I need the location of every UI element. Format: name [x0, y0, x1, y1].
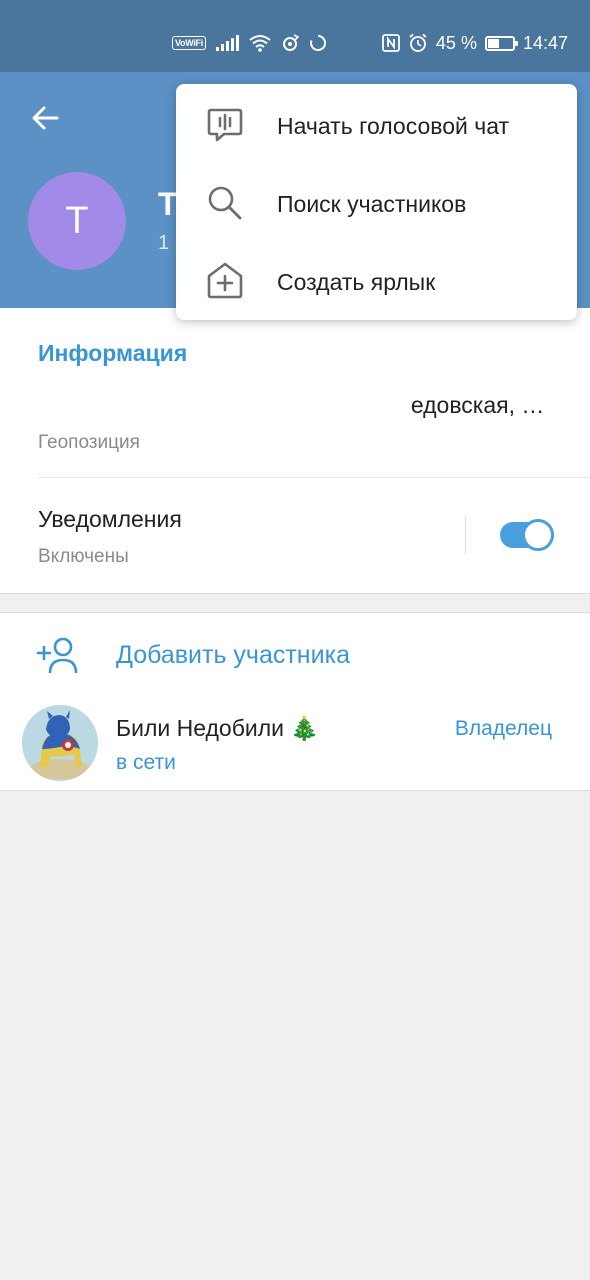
member-status: в сети — [116, 751, 176, 774]
info-section-title: Информация — [38, 340, 188, 366]
location-sync-icon — [282, 34, 299, 51]
arrow-left-icon — [32, 106, 59, 130]
back-button[interactable] — [26, 98, 66, 138]
menu-item-label: Начать голосовой чат — [277, 113, 510, 139]
battery-level-fill — [487, 38, 499, 48]
notifications-status: Включены — [38, 546, 129, 567]
status-icons-right: 45 % 14:47 — [382, 30, 568, 56]
chat-title: T — [158, 186, 178, 222]
member-avatar[interactable] — [22, 705, 98, 781]
battery-icon — [484, 35, 518, 51]
menu-item-label: Создать ярлык — [277, 269, 436, 295]
geo-location-label: Геопозиция — [38, 432, 140, 453]
notifications-toggle[interactable] — [500, 519, 554, 551]
chat-avatar[interactable]: T — [28, 172, 126, 270]
menu-item-label: Поиск участников — [277, 191, 467, 217]
clock: 14:47 — [522, 32, 568, 53]
voice-chat-icon — [207, 108, 243, 142]
alarm-icon — [409, 33, 427, 52]
search-icon — [208, 186, 242, 220]
menu-item-create-shortcut[interactable]: Создать ярлык — [176, 242, 577, 320]
add-member-button[interactable]: Добавить участника — [116, 641, 350, 670]
menu-item-start-voice-chat[interactable]: Начать голосовой чат — [176, 86, 577, 164]
members-section: Добавить участника Били Недобили 🎄 в сет… — [0, 612, 590, 791]
divider — [38, 477, 590, 478]
status-bar: VoWiFi 45 % 14:47 — [0, 0, 590, 72]
vowifi-icon: VoWiFi — [172, 36, 206, 50]
member-name[interactable]: Били Недобили 🎄 — [116, 715, 319, 742]
overflow-menu: Начать голосовой чат Поиск участников Со… — [176, 84, 577, 320]
wifi-icon — [249, 35, 271, 52]
add-shortcut-icon — [207, 262, 243, 299]
battery-percent: 45 % — [435, 32, 477, 53]
dog-avatar-image — [22, 705, 98, 781]
vertical-divider — [465, 516, 466, 554]
signal-icon — [215, 35, 239, 51]
geo-location-text: едовская, Центральный... — [410, 392, 553, 418]
chat-member-count: 1 — [158, 232, 170, 254]
avatar-letter: T — [65, 199, 89, 242]
loading-circle-icon — [310, 34, 326, 51]
menu-item-search-members[interactable]: Поиск участников — [176, 164, 577, 242]
add-member-icon[interactable] — [36, 635, 78, 675]
toggle-knob — [522, 519, 554, 551]
member-role-badge: Владелец — [454, 717, 552, 740]
status-icons-left: VoWiFi — [172, 30, 327, 56]
geo-location-value[interactable]: Москва, Луговая улица Седовская едовская… — [38, 392, 553, 419]
nfc-icon — [382, 34, 400, 52]
notifications-title[interactable]: Уведомления — [38, 506, 182, 533]
info-section: Информация Москва, Луговая улица Седовск… — [0, 308, 590, 594]
